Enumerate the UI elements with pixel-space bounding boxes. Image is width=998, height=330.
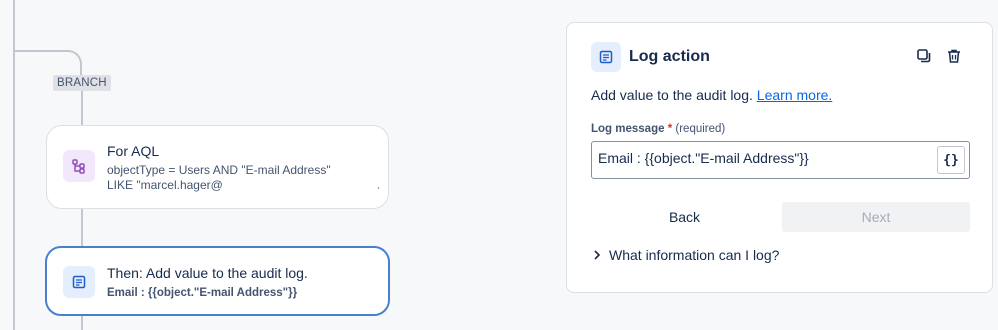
- aql-node-query: objectType = Users AND "E-mail Address" …: [107, 163, 357, 193]
- flow-line-curve: [14, 50, 82, 78]
- chevron-right-icon: [594, 250, 601, 260]
- log-document-icon: [591, 42, 621, 72]
- aql-query-line2: LIKE "marcel.hager@: [107, 178, 223, 192]
- log-action-node[interactable]: Then: Add value to the audit log. Email …: [45, 246, 390, 316]
- panel-title: Log action: [629, 48, 710, 65]
- log-message-field-wrapper: {}: [591, 141, 970, 179]
- log-node-title: Then: Add value to the audit log.: [107, 265, 308, 281]
- aql-node-tick: ˎ: [377, 179, 381, 190]
- required-text: (required): [675, 123, 726, 135]
- smart-value-button[interactable]: {}: [937, 146, 965, 174]
- description-text: Add value to the audit log.: [591, 87, 753, 103]
- log-node-subtitle: Email : {{object."E-mail Address"}}: [107, 287, 298, 299]
- trash-icon[interactable]: [945, 47, 963, 65]
- aql-condition-node[interactable]: For AQL objectType = Users AND "E-mail A…: [46, 125, 389, 209]
- branch-icon: [63, 150, 95, 182]
- log-message-label: Log message * (required): [591, 123, 725, 135]
- log-action-panel: Log action Add value to the audit log. L…: [566, 22, 993, 293]
- aql-query-line1: objectType = Users AND "E-mail Address": [107, 163, 331, 177]
- log-info-expander[interactable]: What information can I log?: [591, 247, 779, 263]
- back-button[interactable]: Back: [591, 202, 778, 232]
- aql-node-title: For AQL: [107, 143, 160, 159]
- panel-description: Add value to the audit log. Learn more.: [591, 87, 832, 103]
- log-message-label-text: Log message: [591, 123, 665, 135]
- required-asterisk: *: [667, 123, 673, 135]
- expander-label: What information can I log?: [609, 247, 780, 263]
- learn-more-link[interactable]: Learn more.: [757, 87, 832, 103]
- duplicate-icon[interactable]: [915, 47, 933, 65]
- log-message-input[interactable]: [598, 150, 928, 166]
- next-button[interactable]: Next: [782, 202, 970, 232]
- branch-tag: BRANCH: [53, 75, 111, 91]
- log-document-icon: [63, 266, 95, 298]
